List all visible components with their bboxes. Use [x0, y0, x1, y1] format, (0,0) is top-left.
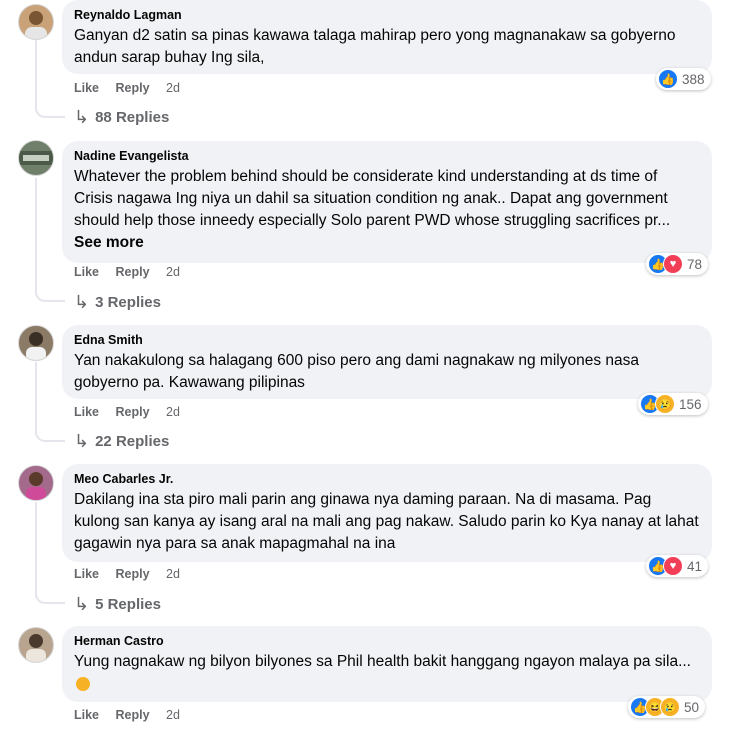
avatar-photo: [26, 332, 46, 360]
avatar[interactable]: [18, 4, 54, 40]
reply-arrow-icon: ↳: [74, 594, 90, 614]
avatar-photo: [19, 151, 53, 165]
comment-text-body: Yung nagnakaw ng bilyon bilyones sa Phil…: [74, 653, 691, 670]
reply-button[interactable]: Reply: [116, 405, 150, 419]
reply-button[interactable]: Reply: [116, 708, 150, 722]
annoyed-emoji-icon: [76, 676, 90, 691]
comment-author[interactable]: Edna Smith: [74, 332, 700, 348]
reaction-count: 50: [684, 699, 700, 715]
thread-hook: [35, 288, 65, 302]
thread-hook: [35, 104, 65, 118]
comment-text-body: Whatever the problem behind should be co…: [74, 168, 671, 229]
avatar[interactable]: [18, 140, 54, 176]
comment-actions: Like Reply 2d: [74, 405, 193, 419]
comment-timestamp[interactable]: 2d: [166, 405, 180, 419]
comment-bubble: Reynaldo Lagman Ganyan d2 satin sa pinas…: [62, 0, 712, 74]
avatar[interactable]: [18, 627, 54, 663]
comment-actions: Like Reply 2d: [74, 265, 193, 279]
comment-author[interactable]: Meo Cabarles Jr.: [74, 471, 700, 487]
replies-count: 3 Replies: [95, 294, 161, 311]
thread-hook: [35, 590, 65, 604]
avatar-photo: [26, 634, 46, 662]
comment-text: Ganyan d2 satin sa pinas kawawa talaga m…: [74, 27, 676, 66]
view-replies-button[interactable]: ↳ 5 Replies: [74, 594, 161, 615]
like-button[interactable]: Like: [74, 405, 99, 419]
reaction-summary[interactable]: 👍 ♥ 41: [646, 555, 709, 577]
comment-bubble: Meo Cabarles Jr. Dakilang ina sta piro m…: [62, 464, 712, 562]
like-button[interactable]: Like: [74, 265, 99, 279]
comment-author[interactable]: Nadine Evangelista: [74, 148, 700, 164]
comment-timestamp[interactable]: 2d: [166, 708, 180, 722]
reply-arrow-icon: ↳: [74, 292, 90, 312]
avatar-photo: [25, 11, 47, 39]
avatar-photo: [26, 472, 46, 500]
love-icon: ♥: [663, 556, 683, 576]
reaction-summary[interactable]: 👍 😆 😢 50: [628, 696, 706, 718]
view-replies-button[interactable]: ↳ 3 Replies: [74, 292, 161, 313]
view-replies-button[interactable]: ↳ 22 Replies: [74, 431, 169, 452]
view-replies-button[interactable]: ↳ 88 Replies: [74, 107, 169, 128]
thread-line: [35, 502, 37, 596]
sad-icon: 😢: [655, 394, 675, 414]
comment-timestamp[interactable]: 2d: [166, 265, 180, 279]
reaction-count: 41: [687, 558, 703, 574]
comment-actions: Like Reply 2d: [74, 567, 193, 581]
thread-line: [35, 178, 37, 294]
reply-button[interactable]: Reply: [116, 567, 150, 581]
comment-author[interactable]: Herman Castro: [74, 633, 700, 649]
sad-icon: 😢: [660, 697, 680, 717]
thread-line: [35, 362, 37, 434]
reply-arrow-icon: ↳: [74, 107, 90, 127]
comment-bubble: Nadine Evangelista Whatever the problem …: [62, 141, 712, 263]
reaction-summary[interactable]: 👍 😢 156: [638, 393, 708, 415]
thread-hook: [35, 428, 65, 442]
thread-line: [35, 40, 37, 110]
comment-timestamp[interactable]: 2d: [166, 81, 180, 95]
like-button[interactable]: Like: [74, 708, 99, 722]
reply-arrow-icon: ↳: [74, 431, 90, 451]
reaction-summary[interactable]: 👍 ♥ 78: [646, 253, 709, 275]
comment-actions: Like Reply 2d: [74, 708, 193, 722]
avatar[interactable]: [18, 465, 54, 501]
reaction-count: 156: [679, 396, 702, 412]
see-more-link[interactable]: See more: [74, 234, 144, 251]
replies-count: 22 Replies: [95, 433, 170, 450]
reaction-count: 78: [687, 256, 703, 272]
comment-text: Yan nakakulong sa halagang 600 piso pero…: [74, 352, 640, 391]
replies-count: 5 Replies: [95, 596, 161, 613]
comment-bubble: Edna Smith Yan nakakulong sa halagang 60…: [62, 325, 712, 399]
comment-text: Dakilang ina sta piro mali parin ang gin…: [74, 491, 699, 552]
reply-button[interactable]: Reply: [116, 265, 150, 279]
comment-author[interactable]: Reynaldo Lagman: [74, 7, 700, 23]
reply-button[interactable]: Reply: [116, 81, 150, 95]
like-button[interactable]: Like: [74, 567, 99, 581]
comment-text: Yung nagnakaw ng bilyon bilyones sa Phil…: [74, 651, 700, 695]
comment-actions: Like Reply 2d: [74, 81, 193, 95]
comment-timestamp[interactable]: 2d: [166, 567, 180, 581]
love-icon: ♥: [663, 254, 683, 274]
avatar[interactable]: [18, 325, 54, 361]
comment-bubble: Herman Castro Yung nagnakaw ng bilyon bi…: [62, 626, 712, 702]
reaction-summary[interactable]: 👍 388: [656, 68, 711, 90]
comment-text: Whatever the problem behind should be co…: [74, 166, 700, 254]
reaction-count: 388: [682, 71, 705, 87]
replies-count: 88 Replies: [95, 109, 170, 126]
like-icon: 👍: [658, 69, 678, 89]
like-button[interactable]: Like: [74, 81, 99, 95]
